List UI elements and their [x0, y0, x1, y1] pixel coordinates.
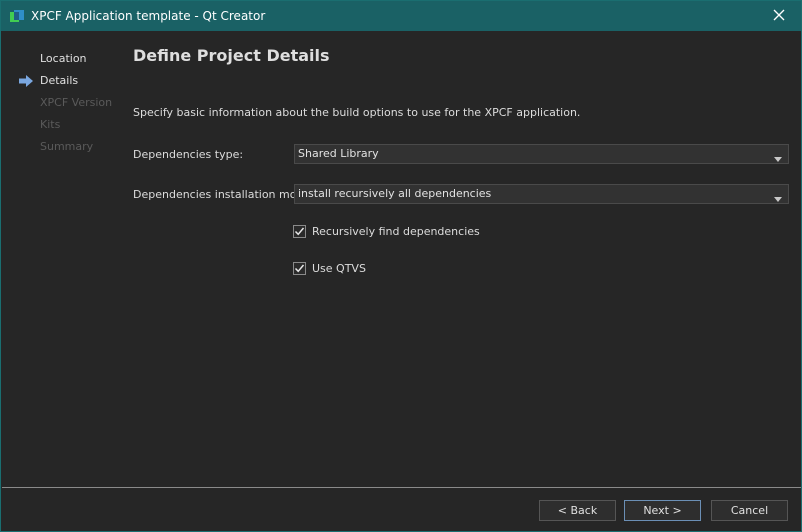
step-summary: Summary [19, 139, 129, 161]
recursive-find-label: Recursively find dependencies [312, 225, 480, 238]
wizard-window: XPCF Application template - Qt Creator L… [0, 0, 802, 532]
wizard-steps-sidebar: Location Details XPCF Version Kits Summa… [19, 51, 129, 161]
step-label: XPCF Version [40, 96, 113, 109]
close-button[interactable] [757, 1, 801, 31]
step-label: Details [40, 74, 79, 87]
window-title: XPCF Application template - Qt Creator [31, 9, 266, 23]
step-label: Summary [40, 140, 94, 153]
use-qtvs-label: Use QTVS [312, 262, 366, 275]
dependencies-type-select[interactable]: Shared Library [294, 144, 789, 164]
step-location: Location [19, 51, 129, 73]
dependencies-type-label: Dependencies type: [133, 148, 244, 161]
installation-mode-label: Dependencies installation mode: [133, 188, 314, 201]
step-kits: Kits [19, 117, 129, 139]
installation-mode-select[interactable]: install recursively all dependencies [294, 184, 789, 204]
close-icon [773, 9, 785, 24]
step-details: Details [19, 73, 129, 95]
arrow-right-icon [19, 75, 34, 87]
checkmark-icon [294, 264, 305, 273]
back-button[interactable]: < Back [539, 500, 616, 521]
title-bar: XPCF Application template - Qt Creator [1, 1, 801, 31]
cancel-button[interactable]: Cancel [711, 500, 788, 521]
checkmark-icon [294, 227, 305, 236]
use-qtvs-checkbox[interactable] [293, 262, 306, 275]
chevron-down-icon [774, 192, 782, 202]
chevron-down-icon [774, 152, 782, 162]
installation-mode-value: install recursively all dependencies [298, 187, 492, 200]
dependencies-type-value: Shared Library [298, 147, 379, 160]
page-description: Specify basic information about the buil… [133, 106, 581, 119]
page-title: Define Project Details [133, 46, 330, 65]
step-label: Kits [40, 118, 61, 131]
step-xpcf-version: XPCF Version [19, 95, 129, 117]
next-button[interactable]: Next > [624, 500, 701, 521]
step-label: Location [40, 52, 87, 65]
button-bar-separator [2, 487, 801, 488]
qt-creator-icon [9, 9, 25, 25]
recursive-find-checkbox[interactable] [293, 225, 306, 238]
